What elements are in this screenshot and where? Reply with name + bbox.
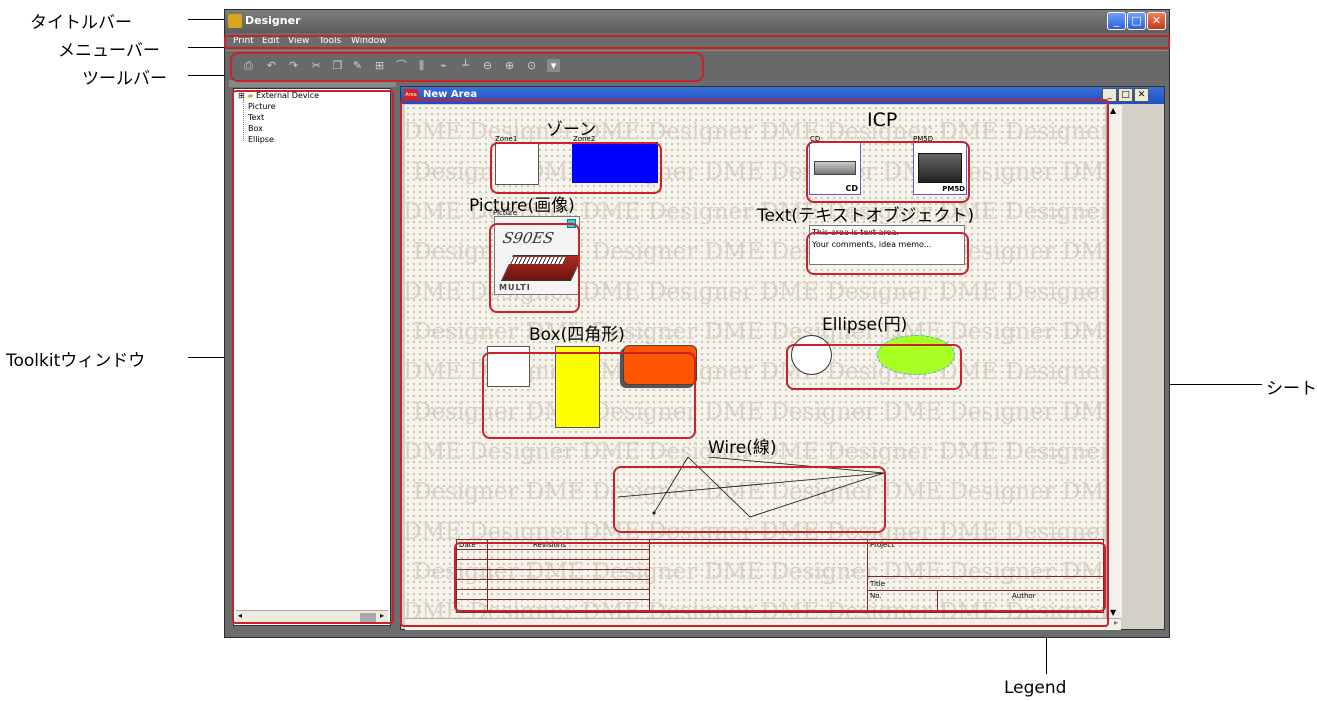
callout-title-bar: タイトルバー xyxy=(30,13,132,33)
highlight-box xyxy=(482,352,696,439)
callout-line-menu-bar xyxy=(188,47,224,48)
callout-line-sheet xyxy=(1170,384,1262,385)
callout-line-title-bar xyxy=(188,19,224,20)
callout-toolbar: ツールバー xyxy=(82,69,167,89)
highlight-ellipse xyxy=(786,344,962,390)
scroll-down-icon[interactable]: ▼ xyxy=(1110,608,1116,617)
window-title: Designer xyxy=(245,14,301,27)
sheet-gray-area xyxy=(1123,105,1163,629)
callout-menu-bar: メニューバー xyxy=(58,41,160,61)
callout-toolkit-window: Toolkitウィンドウ xyxy=(6,351,146,371)
title-bar[interactable]: Designer _ □ ✕ xyxy=(225,10,1169,33)
highlight-toolkit xyxy=(232,90,394,624)
hscroll-right-icon[interactable]: ▸ xyxy=(1114,618,1118,627)
sheet-close-button[interactable]: ✕ xyxy=(1134,88,1149,102)
scroll-up-icon[interactable]: ▲ xyxy=(1110,106,1116,115)
highlight-legend xyxy=(454,542,1106,612)
highlight-toolbar xyxy=(230,52,704,82)
highlight-picture xyxy=(489,223,580,313)
highlight-text xyxy=(806,232,969,275)
highlight-zone xyxy=(490,142,662,194)
highlight-wire xyxy=(613,466,886,533)
close-button[interactable]: ✕ xyxy=(1147,12,1166,30)
callout-legend: Legend xyxy=(1004,678,1067,698)
minimize-button[interactable]: _ xyxy=(1107,12,1126,30)
callout-sheet: シート xyxy=(1266,379,1317,399)
sheet-maximize-button[interactable]: □ xyxy=(1118,88,1133,102)
app-icon xyxy=(228,14,242,28)
highlight-icp xyxy=(806,141,970,203)
highlight-menu-bar xyxy=(224,35,1170,49)
maximize-button[interactable]: □ xyxy=(1127,12,1146,30)
